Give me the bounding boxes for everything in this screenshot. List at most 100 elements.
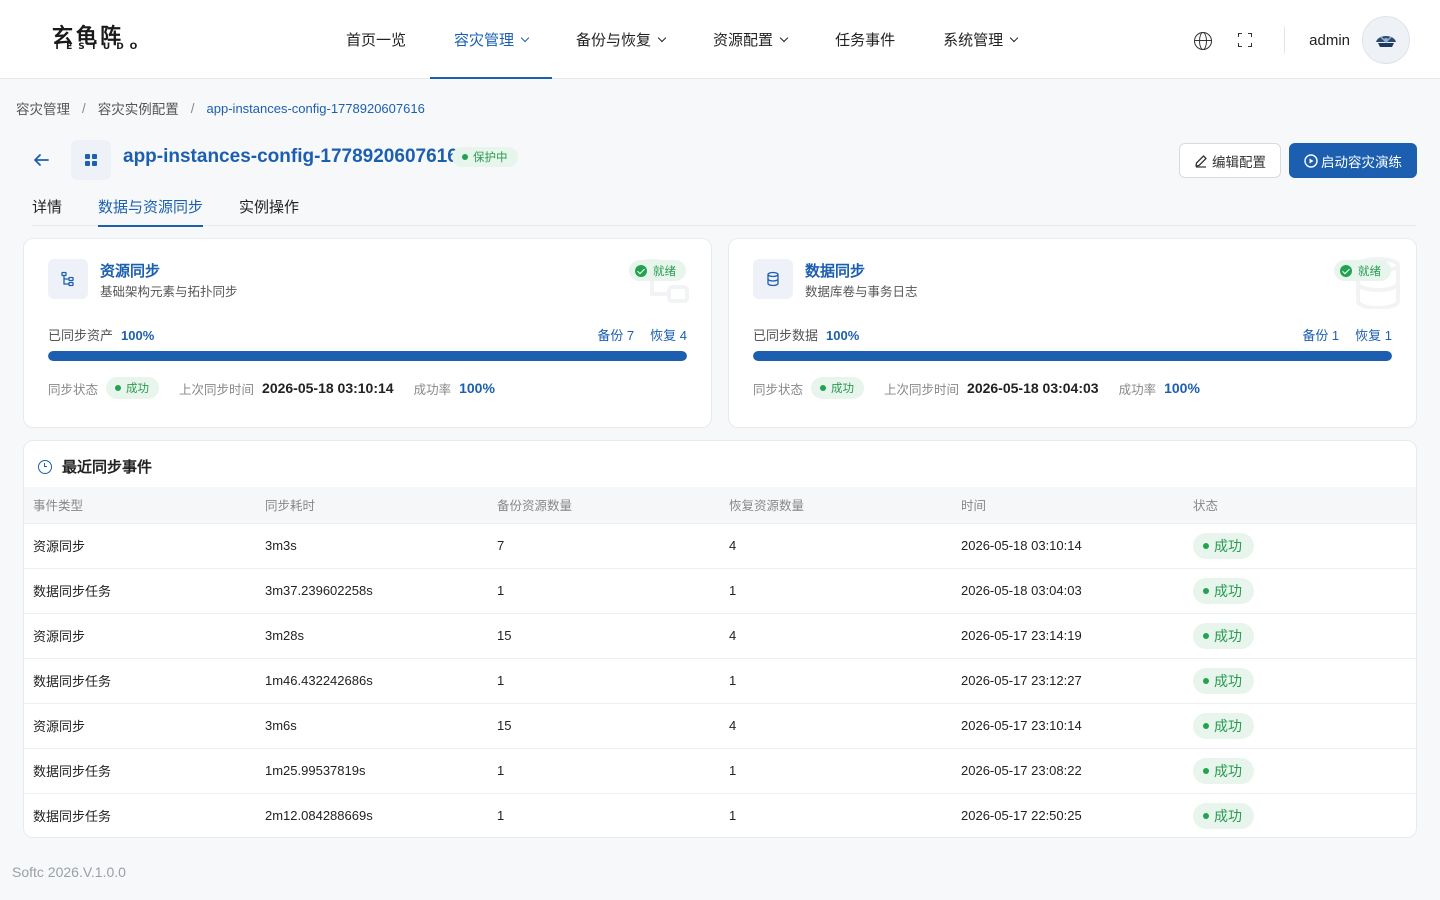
status-badge: 成功	[1193, 622, 1254, 649]
events-table: 事件类型 同步耗时 备份资源数量 恢复资源数量 时间 状态 资源同步 3m3s 7 4…	[24, 487, 1416, 837]
status-text: 成功	[126, 383, 150, 395]
status-text: 保护中	[473, 152, 508, 164]
chevron-down-icon	[657, 33, 667, 42]
logo-en-text: TESTUDO	[54, 42, 144, 52]
table-cell: 成功	[1184, 658, 1416, 703]
status-dot	[1203, 587, 1209, 594]
table-cell: 7	[497, 538, 505, 553]
table-header-row: 事件类型 同步耗时 备份资源数量 恢复资源数量 时间 状态	[24, 487, 1416, 523]
column-header: 状态	[1193, 499, 1219, 514]
breadcrumb-item[interactable]: 容灾管理	[16, 98, 70, 118]
tab-details[interactable]: 详情	[32, 190, 62, 226]
success-rate-value: 100%	[459, 380, 495, 396]
breadcrumb-item[interactable]: 容灾实例配置	[98, 98, 179, 118]
breadcrumb-separator: /	[190, 100, 195, 116]
table-cell: 成功	[1184, 703, 1416, 748]
table-cell: 2026-05-18 03:04:03	[961, 583, 1082, 598]
status-dot	[1203, 632, 1209, 639]
nav-item-system-management[interactable]: 系统管理	[919, 0, 1041, 79]
clock-icon	[38, 459, 52, 474]
user-name[interactable]: admin	[1309, 32, 1350, 49]
sync-status-label: 同步状态	[753, 382, 804, 397]
table-cell: 1	[497, 808, 505, 824]
status-text: 成功	[1214, 537, 1242, 554]
table-row[interactable]: 资源同步 3m3s 7 4 2026-05-18 03:10:14 成功	[24, 523, 1416, 568]
progress-fill	[753, 351, 1392, 361]
nav-label: 系统管理	[943, 32, 1004, 49]
column-header: 事件类型	[33, 499, 84, 514]
column-header: 同步耗时	[265, 499, 316, 514]
chevron-down-icon	[779, 33, 789, 42]
table-cell: 15	[497, 718, 512, 733]
status-text: 成功	[1214, 627, 1242, 644]
nav-item-backup-restore[interactable]: 备份与恢复	[552, 0, 689, 79]
table-row[interactable]: 资源同步 3m28s 15 4 2026-05-17 23:14:19 成功	[24, 613, 1416, 658]
status-text: 成功	[1214, 672, 1242, 689]
card-title: 资源同步	[100, 263, 161, 280]
backup-count[interactable]: 备份 7	[597, 328, 634, 343]
status-badge: 成功	[1193, 712, 1254, 739]
fullscreen-icon[interactable]	[1238, 33, 1253, 47]
breadcrumb: 容灾管理 / 容灾实例配置 / app-instances-config-177…	[16, 98, 425, 118]
table-cell: 2m12.084288669s	[265, 808, 373, 824]
nav-item-dr-management[interactable]: 容灾管理	[430, 0, 553, 79]
chevron-down-icon	[1009, 33, 1019, 42]
success-rate-label: 成功率	[413, 382, 452, 397]
table-row[interactable]: 数据同步任务 2m12.084288669s 1 1 2026-05-17 22:50:…	[24, 793, 1416, 837]
restore-count[interactable]: 恢复 4	[650, 328, 687, 343]
table-cell: 成功	[1184, 793, 1416, 837]
synced-percent: 100%	[121, 328, 155, 343]
table-cell: 3m3s	[265, 538, 297, 553]
topology-icon	[48, 259, 88, 299]
nav-item-home[interactable]: 首页一览	[322, 0, 430, 79]
status-text: 成功	[1214, 717, 1242, 734]
table-cell: 1	[729, 583, 737, 598]
status-dot	[820, 385, 827, 391]
resource-sync-card: 资源同步 基础架构元素与拓扑同步 就绪 已同步资产 100% 备份 7 恢复 4 同…	[23, 238, 712, 428]
tab-instance-operations[interactable]: 实例操作	[239, 190, 299, 226]
nav-item-task-events[interactable]: 任务事件	[811, 0, 919, 79]
table-cell: 成功	[1184, 568, 1416, 613]
avatar[interactable]	[1362, 16, 1410, 64]
table-cell: 1m46.432242686s	[265, 673, 373, 688]
synced-label: 已同步数据	[753, 328, 819, 343]
column-header: 时间	[961, 499, 987, 514]
tab-data-resource-sync[interactable]: 数据与资源同步	[98, 190, 204, 227]
table-cell: 1m25.99537819s	[265, 763, 366, 778]
status-badge: 成功	[1193, 532, 1254, 559]
back-arrow-icon[interactable]	[32, 151, 50, 169]
table-row[interactable]: 数据同步任务 1m25.99537819s 1 1 2026-05-17 23:08:2…	[24, 748, 1416, 793]
synced-percent: 100%	[826, 328, 860, 343]
ready-text: 就绪	[653, 265, 676, 278]
table-row[interactable]: 数据同步任务 1m46.432242686s 1 1 2026-05-17 23:12:…	[24, 658, 1416, 703]
status-badge: 成功	[1193, 757, 1254, 784]
restore-count[interactable]: 恢复 1	[1355, 328, 1392, 343]
check-circle-icon	[635, 264, 647, 277]
table-row[interactable]: 数据同步任务 3m37.239602258s 1 1 2026-05-18 03:04:…	[24, 568, 1416, 613]
table-cell: 数据同步任务	[33, 809, 112, 825]
globe-icon[interactable]	[1194, 32, 1213, 50]
start-dr-drill-button[interactable]: 启动容灾演练	[1289, 143, 1417, 178]
table-cell: 4	[729, 538, 737, 553]
main-nav: 首页一览 容灾管理 备份与恢复 资源配置 任务事件 系统管理	[322, 0, 1041, 79]
check-circle-icon	[1340, 264, 1352, 277]
table-cell: 资源同步	[33, 719, 86, 734]
testudo-logo[interactable]: 玄龟阵 TESTUDO	[52, 25, 170, 52]
status-badge: 成功	[1193, 802, 1254, 829]
events-title: 最近同步事件	[38, 456, 152, 477]
ready-badge: 就绪	[629, 260, 686, 281]
table-cell: 2026-05-17 23:14:19	[961, 628, 1082, 643]
turtle-avatar-icon	[1376, 36, 1396, 47]
chevron-down-icon	[520, 33, 530, 42]
edit-config-button[interactable]: 编辑配置	[1179, 143, 1281, 178]
table-cell: 1	[729, 763, 737, 778]
table-row[interactable]: 资源同步 3m6s 15 4 2026-05-17 23:10:14 成功	[24, 703, 1416, 748]
nav-label: 任务事件	[835, 32, 896, 49]
card-subtitle: 数据库卷与事务日志	[805, 285, 918, 299]
table-cell: 资源同步	[33, 539, 86, 554]
start-dr-drill-label: 启动容灾演练	[1321, 154, 1402, 170]
backup-count[interactable]: 备份 1	[1302, 328, 1339, 343]
table-cell: 1	[497, 583, 505, 598]
nav-item-resource-config[interactable]: 资源配置	[689, 0, 811, 79]
nav-label: 容灾管理	[454, 32, 515, 49]
